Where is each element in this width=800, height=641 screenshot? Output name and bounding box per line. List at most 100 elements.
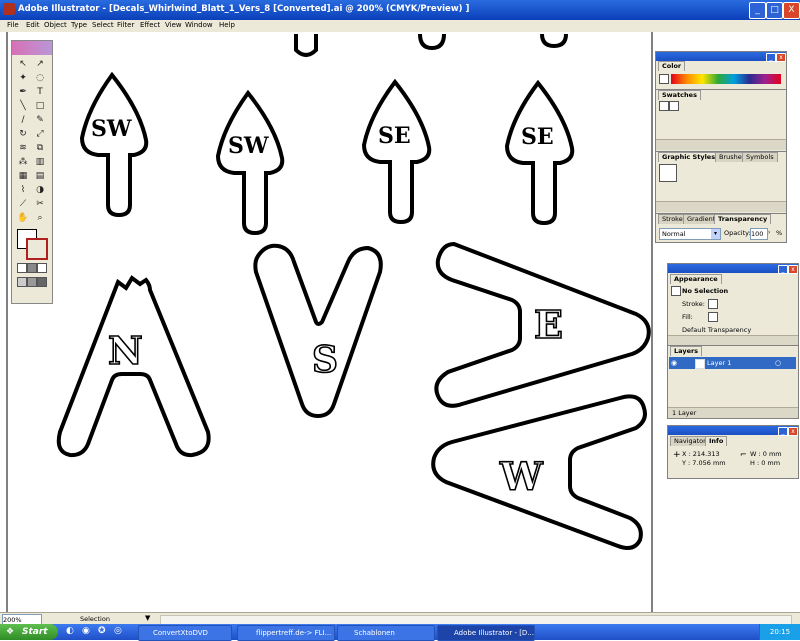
blend-mode-select[interactable]: Normal ▾: [659, 228, 721, 240]
taskbar: ❖ Start ◐ ◉ ✪ ◎ ConvertXtoDVD flippertre…: [0, 624, 800, 641]
paintbrush-tool-icon[interactable]: ∕: [15, 113, 31, 127]
rotate-tool-icon[interactable]: ↻: [15, 127, 31, 141]
tab-symbols[interactable]: Symbols: [742, 152, 778, 162]
zoom-tool-icon[interactable]: ⌕: [32, 211, 48, 225]
tab-swatches[interactable]: Swatches: [658, 90, 701, 100]
swatches-panel: Swatches: [655, 89, 787, 153]
tab-transparency[interactable]: Transparency: [714, 214, 772, 224]
default-graphic-style-swatch[interactable]: [659, 164, 677, 182]
quicklaunch-browser-icon[interactable]: ◉: [82, 626, 90, 636]
blend-tool-icon[interactable]: ◑: [32, 183, 48, 197]
mesh-tool-icon[interactable]: ▦: [15, 169, 31, 183]
color-panel: _ x Color: [655, 51, 787, 91]
graphic-styles-panel: Graphic Styles Brushes Symbols: [655, 151, 787, 215]
free-transform-tool-icon[interactable]: ⧉: [32, 141, 48, 155]
selection-tool-icon[interactable]: ↖: [15, 57, 31, 71]
panel-close-button[interactable]: x: [788, 265, 798, 274]
eyedropper-tool-icon[interactable]: ⌇: [15, 183, 31, 197]
warp-tool-icon[interactable]: ≋: [15, 141, 31, 155]
opacity-input[interactable]: 100: [750, 228, 768, 240]
task-flippertreff[interactable]: flippertreff.de-> FLI...: [237, 625, 335, 641]
fill-swatch-icon[interactable]: [708, 312, 718, 322]
layer-thumbnail: [695, 359, 705, 369]
stroke-label: Stroke:: [682, 300, 705, 308]
decal-label-e: E: [534, 302, 563, 347]
slice-tool-icon[interactable]: ⟋: [15, 197, 31, 211]
line-tool-icon[interactable]: ╲: [15, 99, 31, 113]
pen-tool-icon[interactable]: ✒: [15, 85, 31, 99]
panel-minimize-button[interactable]: _: [778, 265, 788, 274]
magic-wand-tool-icon[interactable]: ✦: [15, 71, 31, 85]
tools-panel: ↖ ↗ ✦ ◌ ✒ T ╲ □ ∕ ✎ ↻ ⤢ ≋ ⧉ ⁂ ▥ ▦ ▤ ⌇ ◑ …: [11, 40, 53, 304]
chevron-right-icon[interactable]: ›: [768, 228, 774, 238]
gradient-mode-button[interactable]: [27, 263, 37, 273]
graph-tool-icon[interactable]: ▥: [32, 155, 48, 169]
full-screen-mode-button[interactable]: [37, 277, 47, 287]
blend-mode-value: Normal: [662, 230, 686, 238]
pencil-tool-icon[interactable]: ✎: [32, 113, 48, 127]
task-schablonen[interactable]: Schablonen: [337, 625, 435, 641]
hand-tool-icon[interactable]: ✋: [15, 211, 31, 225]
info-y: Y : 7.056 mm: [682, 459, 726, 467]
scale-tool-icon[interactable]: ⤢: [32, 127, 48, 141]
scissors-tool-icon[interactable]: ✂: [32, 197, 48, 211]
tab-info[interactable]: Info: [705, 436, 728, 446]
none-mode-button[interactable]: [37, 263, 47, 273]
decal-label-se-1: SE: [378, 123, 411, 149]
stroke-swatch-icon[interactable]: [708, 299, 718, 309]
layers-footer: 1 Layer: [668, 407, 798, 418]
quicklaunch-media-icon[interactable]: ✪: [98, 626, 106, 636]
none-swatch[interactable]: [659, 101, 669, 111]
size-icon: ⌐: [740, 450, 747, 459]
standard-screen-mode-button[interactable]: [17, 277, 27, 287]
appearance-panel-titlebar[interactable]: _ x: [668, 264, 798, 274]
quicklaunch-icon[interactable]: ◐: [66, 626, 74, 636]
v-decal-s: [253, 243, 383, 419]
panel-close-button[interactable]: x: [788, 427, 798, 436]
quicklaunch-desktop-icon[interactable]: ◎: [114, 626, 122, 636]
panel-minimize-button[interactable]: _: [778, 427, 788, 436]
target-icon[interactable]: ○: [775, 359, 781, 367]
layer-row[interactable]: ◉ Layer 1 ○: [669, 357, 796, 369]
opacity-unit: %: [776, 229, 783, 237]
decal-label-w: W: [499, 454, 544, 499]
info-panel-titlebar[interactable]: _ x: [668, 426, 798, 436]
info-x: X : 214.313: [682, 450, 720, 458]
rectangle-tool-icon[interactable]: □: [32, 99, 48, 113]
task-convertxtodvd[interactable]: ConvertXtoDVD: [138, 625, 232, 641]
start-button[interactable]: ❖ Start: [0, 624, 58, 640]
color-panel-titlebar[interactable]: _ x: [656, 52, 786, 62]
registration-swatch[interactable]: [669, 101, 679, 111]
tab-graphic-styles[interactable]: Graphic Styles: [658, 152, 720, 162]
task-adobe-illustrator[interactable]: Adobe Illustrator - [D...: [437, 625, 535, 641]
windows-logo-icon: ❖: [6, 627, 15, 637]
start-label: Start: [22, 627, 48, 637]
direct-selection-tool-icon[interactable]: ↗: [32, 57, 48, 71]
lasso-tool-icon[interactable]: ◌: [32, 71, 48, 85]
tools-panel-header[interactable]: [12, 41, 52, 55]
stroke-swatch[interactable]: [26, 238, 48, 260]
full-screen-menu-mode-button[interactable]: [27, 277, 37, 287]
status-menu-arrow[interactable]: ▼: [145, 614, 150, 622]
arrow-decal-se-1: [361, 78, 432, 225]
eye-icon[interactable]: ◉: [671, 359, 677, 367]
tab-appearance[interactable]: Appearance: [670, 274, 722, 284]
color-mode-button[interactable]: [17, 263, 27, 273]
fill-indicator[interactable]: [659, 74, 669, 84]
color-spectrum-bar[interactable]: [671, 74, 781, 84]
partial-decal-top-1: [294, 34, 318, 57]
tab-navigator[interactable]: Navigator: [670, 436, 710, 446]
info-w: W : 0 mm: [750, 450, 782, 458]
fill-label: Fill:: [682, 313, 693, 321]
layer-name[interactable]: Layer 1: [707, 359, 731, 367]
type-tool-icon[interactable]: T: [32, 85, 48, 99]
tab-color[interactable]: Color: [658, 61, 686, 71]
panel-minimize-button[interactable]: _: [766, 53, 776, 62]
gradient-tool-icon[interactable]: ▤: [32, 169, 48, 183]
symbol-sprayer-tool-icon[interactable]: ⁂: [15, 155, 31, 169]
panel-close-button[interactable]: x: [776, 53, 786, 62]
zoom-level-value: 200%: [3, 616, 22, 624]
decal-label-s: S: [312, 339, 338, 381]
tab-layers[interactable]: Layers: [670, 346, 703, 356]
chevron-down-icon[interactable]: ▾: [711, 229, 720, 239]
